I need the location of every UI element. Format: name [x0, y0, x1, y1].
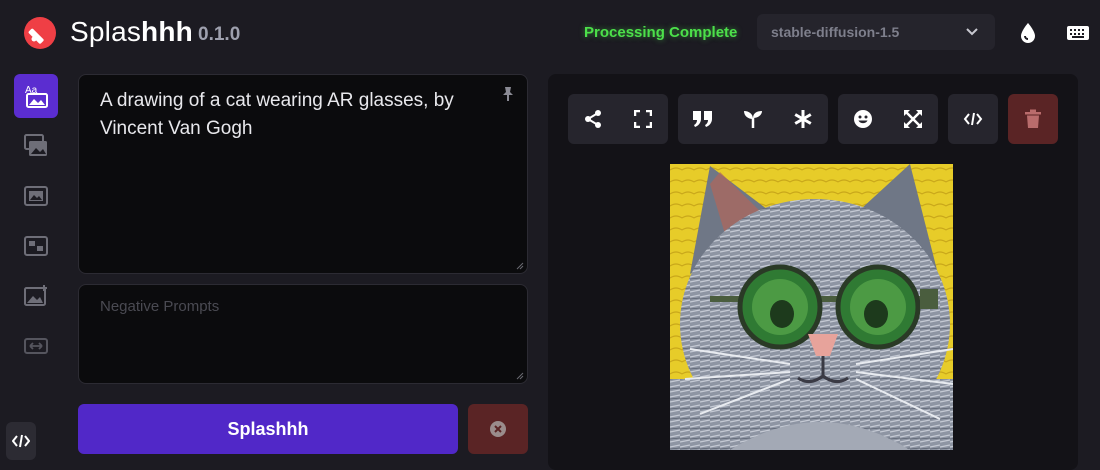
toolbar-group-enhance	[838, 94, 938, 144]
delete-button[interactable]	[1008, 94, 1058, 144]
cat-painting-image	[670, 164, 953, 450]
prompt-input[interactable]: A drawing of a cat wearing AR glasses, b…	[78, 74, 528, 274]
model-select-value: stable-diffusion-1.5	[771, 24, 900, 40]
fullscreen-button[interactable]	[618, 94, 668, 144]
pin-icon[interactable]	[499, 85, 517, 103]
seedling-icon	[744, 111, 762, 128]
app-title-regular: Splas	[70, 16, 142, 47]
sidebar-item-text-to-image[interactable]: Aa	[14, 74, 58, 118]
app-logo	[24, 17, 56, 49]
cancel-button[interactable]	[468, 404, 528, 454]
sidebar-item-image-to-image[interactable]	[14, 124, 58, 168]
brush-icon	[28, 27, 48, 44]
sidebar-item-tiling[interactable]	[14, 224, 58, 268]
chevron-down-icon	[966, 28, 978, 36]
reuse-all-button[interactable]	[778, 94, 828, 144]
sidebar-item-resize[interactable]	[14, 324, 58, 368]
negative-prompt-input[interactable]: Negative Prompts	[78, 284, 528, 384]
status-text: Processing Complete	[584, 24, 738, 41]
image-plus-icon	[24, 285, 47, 306]
images-icon	[24, 134, 47, 156]
expand-horizontal-icon	[24, 338, 48, 354]
generated-image[interactable]	[670, 164, 953, 450]
toolbar-group-dev	[948, 94, 998, 144]
reuse-seed-button[interactable]	[728, 94, 778, 144]
reuse-prompt-button[interactable]	[678, 94, 728, 144]
view-metadata-button[interactable]	[948, 94, 998, 144]
tiles-icon	[24, 236, 48, 256]
share-icon	[585, 110, 601, 128]
toolbar-group-view	[568, 94, 668, 144]
app-version: 0.1.0	[198, 24, 241, 45]
trash-icon	[1025, 109, 1041, 128]
keyboard-icon[interactable]	[1065, 20, 1091, 46]
upscale-button[interactable]	[888, 94, 938, 144]
share-button[interactable]	[568, 94, 618, 144]
framed-image-icon	[24, 186, 48, 206]
app-header: Splashhh 0.1.0 Processing Complete stabl…	[0, 0, 1100, 66]
app-title-bold: hhh	[141, 16, 193, 47]
sidebar-item-upscale[interactable]	[14, 274, 58, 318]
code-icon	[12, 434, 30, 448]
quote-icon	[693, 111, 712, 127]
resize-grip-icon[interactable]	[516, 372, 524, 380]
close-circle-icon	[490, 421, 506, 437]
face-icon	[854, 110, 872, 128]
developer-tools-button[interactable]	[6, 422, 36, 460]
prompt-text: A drawing of a cat wearing AR glasses, b…	[100, 90, 454, 139]
expand-arrows-icon	[904, 110, 922, 128]
generate-button[interactable]: Splashhh	[78, 404, 458, 454]
resize-grip-icon[interactable]	[516, 262, 524, 270]
face-restore-button[interactable]	[838, 94, 888, 144]
fullscreen-icon	[634, 110, 652, 128]
toolbar-group-reuse	[678, 94, 828, 144]
toolbar-group-delete	[1008, 94, 1058, 144]
model-select[interactable]: stable-diffusion-1.5	[757, 14, 995, 50]
output-panel	[548, 74, 1078, 470]
sidebar-item-inpainting[interactable]	[14, 174, 58, 218]
negative-prompt-placeholder: Negative Prompts	[100, 298, 220, 315]
app-title: Splashhh	[70, 16, 193, 48]
asterisk-icon	[794, 110, 812, 128]
drop-icon[interactable]	[1015, 20, 1041, 46]
text-image-icon: Aa	[25, 85, 48, 108]
code-icon	[963, 112, 983, 126]
